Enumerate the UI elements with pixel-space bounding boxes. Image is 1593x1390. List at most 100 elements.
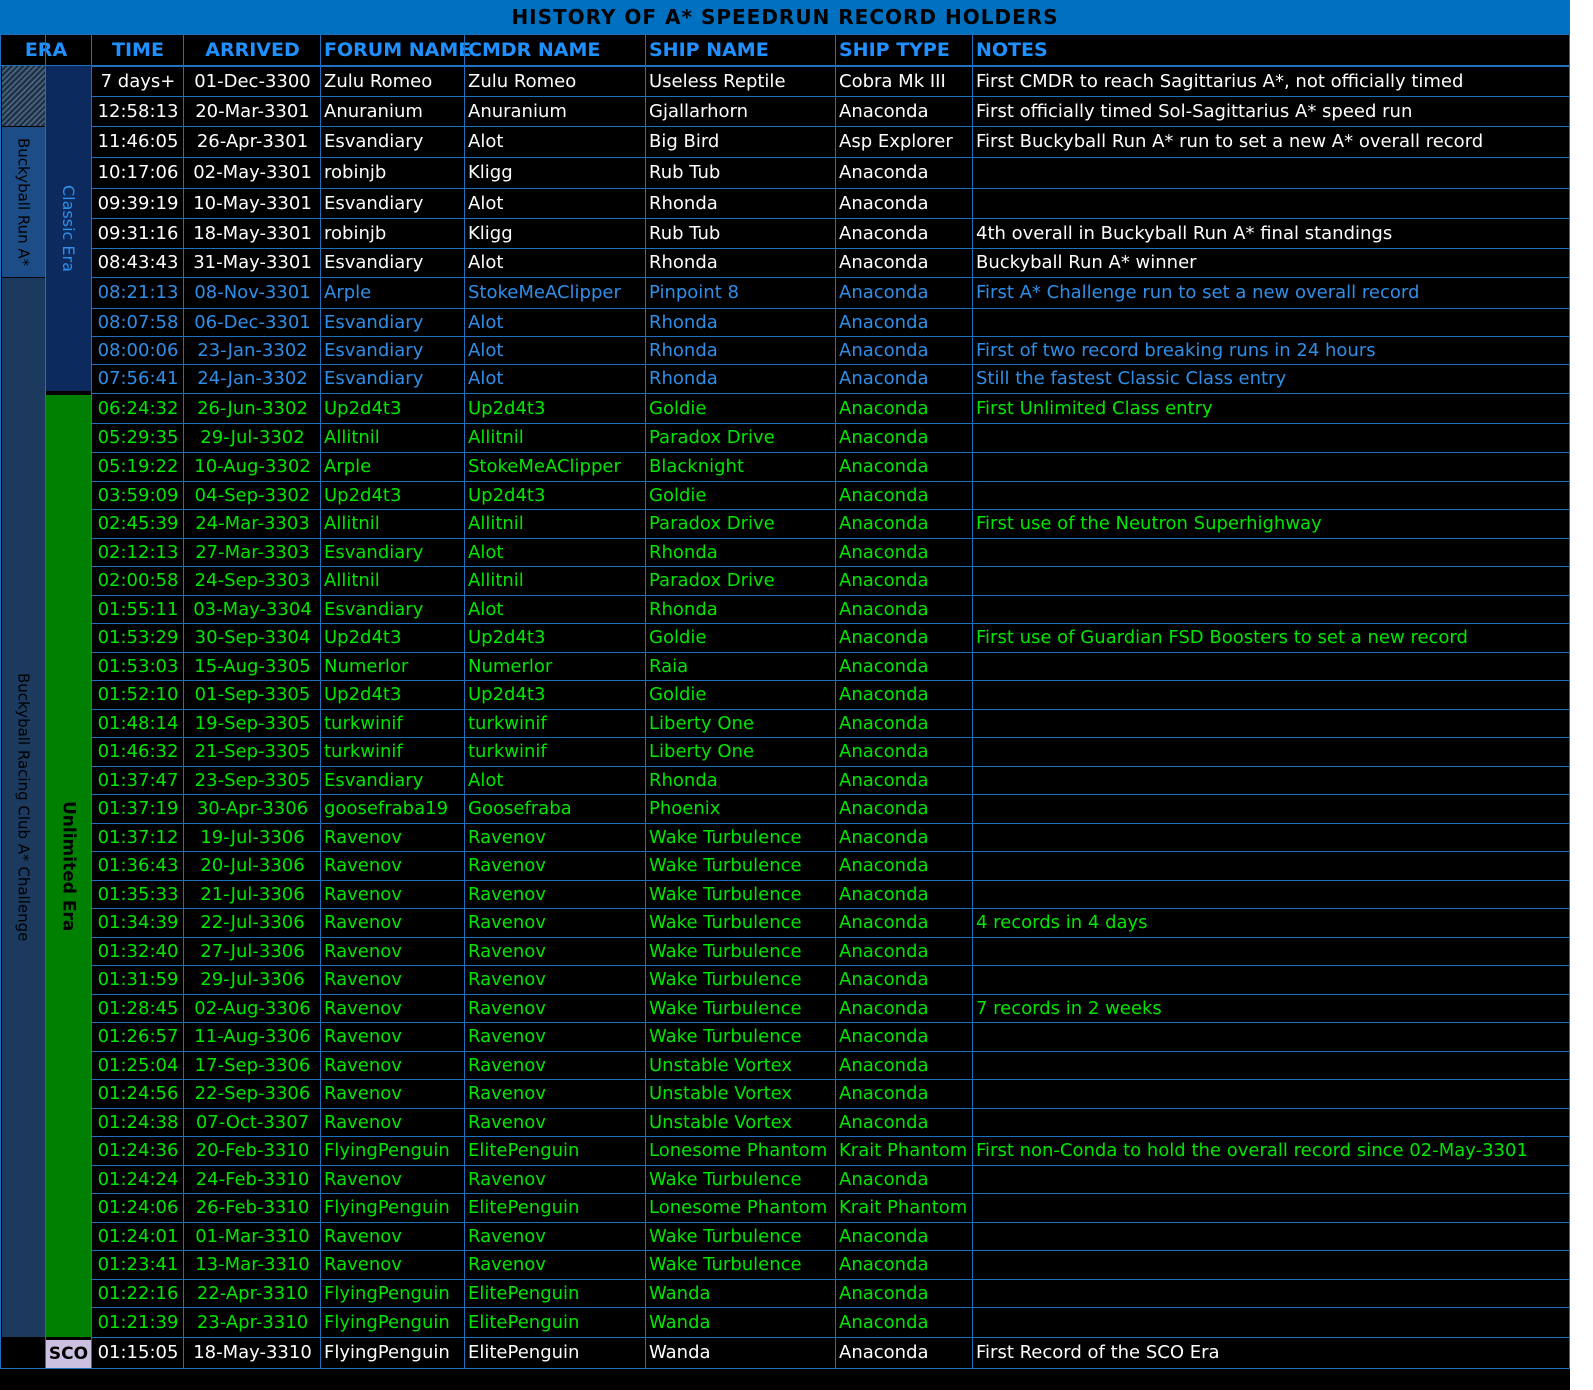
table-row: 08:00:06 23-Jan-3302 Esvandiary Alot Rhonda A… <box>92 336 1570 364</box>
table-row: 02:45:39 24-Mar-3303 Allitnil Allitnil Parad… <box>92 509 1570 538</box>
cell-ship-type: Anaconda <box>839 1282 929 1304</box>
cell-arrived: 27-Jul-3306 <box>200 940 305 962</box>
table-row: 01:37:12 19-Jul-3306 Ravenov Ravenov Wake Tu… <box>92 823 1570 851</box>
cell-notes <box>973 680 1570 709</box>
cell-notes: Still the fastest Classic Class entry <box>976 368 1287 389</box>
cell-ship-type: Asp Explorer <box>839 131 953 152</box>
cell-forum-name: Esvandiary <box>324 131 424 152</box>
grid-line-horizontal <box>92 680 1570 681</box>
cell-ship-type: Anaconda <box>839 368 929 389</box>
table-row: 01:21:39 23-Apr-3310 FlyingPenguin ElitePen… <box>92 1307 1570 1337</box>
cell-arrived: 19-Jul-3306 <box>200 826 305 848</box>
cell-notes <box>973 1165 1570 1193</box>
cell-ship-name: Rhonda <box>649 368 718 389</box>
table-row: 08:21:13 08-Nov-3301 Arple StokeMeAClipper P… <box>92 277 1570 308</box>
table-row: 01:24:56 22-Sep-3306 Ravenov Ravenov Unstabl… <box>92 1079 1570 1108</box>
cell-forum-name: Up2d4t3 <box>324 397 402 419</box>
cell-ship-type: Anaconda <box>839 1083 929 1104</box>
grid-line-vertical <box>320 34 321 1368</box>
cell-forum-name: Zulu Romeo <box>324 70 433 92</box>
cell-ship-type: Anaconda <box>839 427 929 448</box>
cell-ship-type: Anaconda <box>839 1054 929 1076</box>
cell-arrived: 19-Sep-3305 <box>194 712 311 734</box>
cell-cmdr-name: Ravenov <box>468 912 546 933</box>
cell-forum-name: Up2d4t3 <box>324 484 402 506</box>
cell-forum-name: Esvandiary <box>324 311 424 333</box>
cell-time: 01:36:43 <box>97 855 179 876</box>
cell-notes <box>973 652 1570 680</box>
cell-ship-type: Anaconda <box>839 826 929 848</box>
cell-arrived: 22-Jul-3306 <box>200 912 305 933</box>
cell-cmdr-name: Alot <box>468 192 504 214</box>
cell-notes <box>973 937 1570 965</box>
table-row: 01:53:03 15-Aug-3305 Numerlor Numerlor Raia A… <box>92 652 1570 680</box>
table-row: 01:24:01 01-Mar-3310 Ravenov Ravenov Wake Tu… <box>92 1222 1570 1250</box>
cell-forum-name: Ravenov <box>324 883 402 905</box>
cell-forum-name: Esvandiary <box>324 368 424 389</box>
cell-ship-name: Paradox Drive <box>649 570 775 591</box>
cell-ship-type: Anaconda <box>839 541 929 563</box>
cell-arrived: 21-Sep-3305 <box>194 741 311 762</box>
cell-notes: First Buckyball Run A* run to set a new … <box>976 131 1484 152</box>
cell-notes <box>973 1193 1570 1222</box>
cell-arrived: 24-Sep-3303 <box>194 570 311 591</box>
cell-forum-name: Arple <box>324 282 372 303</box>
header-cmdr-name: CMDR NAME <box>468 39 601 61</box>
cell-time: 01:24:06 <box>97 1197 179 1218</box>
cell-cmdr-name: Ravenov <box>468 883 546 905</box>
cell-cmdr-name: Up2d4t3 <box>468 684 546 705</box>
cell-ship-name: Wake Turbulence <box>649 912 802 933</box>
cell-cmdr-name: turkwinif <box>468 741 547 762</box>
unlabeled-era-hatch <box>2 66 45 126</box>
cell-notes <box>973 1222 1570 1250</box>
table-row: 01:24:38 07-Oct-3307 Ravenov Ravenov Unstabl… <box>92 1108 1570 1136</box>
cell-cmdr-name: ElitePenguin <box>468 1282 580 1304</box>
cell-ship-type: Anaconda <box>839 855 929 876</box>
cell-ship-type: Anaconda <box>839 969 929 990</box>
table-row: 01:36:43 20-Jul-3306 Ravenov Ravenov Wake Tu… <box>92 851 1570 880</box>
cell-forum-name: FlyingPenguin <box>324 1311 450 1333</box>
grid-line-horizontal <box>92 1136 1570 1137</box>
table-row: 09:31:16 18-May-3301 robinjb Kligg Rub Tub An… <box>92 218 1570 248</box>
cell-forum-name: Ravenov <box>324 940 402 962</box>
table-row: 01:53:29 30-Sep-3304 Up2d4t3 Up2d4t3 Goldie A… <box>92 623 1570 652</box>
cell-forum-name: Esvandiary <box>324 339 424 361</box>
cell-ship-type: Cobra Mk III <box>839 70 946 92</box>
cell-forum-name: Esvandiary <box>324 769 424 791</box>
cell-time: 01:28:45 <box>97 997 179 1019</box>
cell-forum-name: Ravenov <box>324 1054 402 1076</box>
cell-ship-name: Liberty One <box>649 712 755 734</box>
cell-ship-type: Anaconda <box>839 192 929 214</box>
grid-line-horizontal <box>92 1108 1570 1109</box>
cell-cmdr-name: Ravenov <box>468 1225 546 1247</box>
cell-cmdr-name: Alot <box>468 131 504 152</box>
table-row: 11:46:05 26-Apr-3301 Esvandiary Alot Big Bir… <box>92 126 1570 157</box>
cell-ship-name: Wake Turbulence <box>649 1168 802 1190</box>
cell-notes <box>973 709 1570 737</box>
cell-time: 01:24:38 <box>97 1111 179 1133</box>
cell-time: 12:58:13 <box>97 100 179 122</box>
cell-time: 11:46:05 <box>97 131 179 152</box>
table-row: 08:43:43 31-May-3301 Esvandiary Alot Rhonda A… <box>92 248 1570 277</box>
cell-ship-name: Wake Turbulence <box>649 883 802 905</box>
cell-time: 02:45:39 <box>97 513 179 534</box>
cell-cmdr-name: Ravenov <box>468 1026 546 1047</box>
cell-ship-name: Wake Turbulence <box>649 826 802 848</box>
cell-arrived: 20-Feb-3310 <box>195 1140 310 1161</box>
cell-arrived: 26-Feb-3310 <box>195 1197 310 1218</box>
cell-forum-name: Ravenov <box>324 1083 402 1104</box>
cell-cmdr-name: Alot <box>468 339 504 361</box>
table-row: 07:56:41 24-Jan-3302 Esvandiary Alot Rhonda A… <box>92 364 1570 393</box>
cell-arrived: 29-Jul-3306 <box>200 969 305 990</box>
cell-cmdr-name: Alot <box>468 368 504 389</box>
cell-arrived: 24-Mar-3303 <box>195 513 310 534</box>
cell-forum-name: Ravenov <box>324 969 402 990</box>
grid-line-horizontal <box>92 393 1570 394</box>
cell-arrived: 20-Mar-3301 <box>195 100 310 122</box>
cell-arrived: 18-May-3310 <box>193 1342 312 1363</box>
table-row: 01:37:47 23-Sep-3305 Esvandiary Alot Rhonda A… <box>92 766 1570 794</box>
cell-ship-name: Paradox Drive <box>649 513 775 534</box>
cell-notes: First Record of the SCO Era <box>976 1342 1220 1363</box>
cell-ship-name: Phoenix <box>649 798 721 819</box>
cell-cmdr-name: Ravenov <box>468 969 546 990</box>
